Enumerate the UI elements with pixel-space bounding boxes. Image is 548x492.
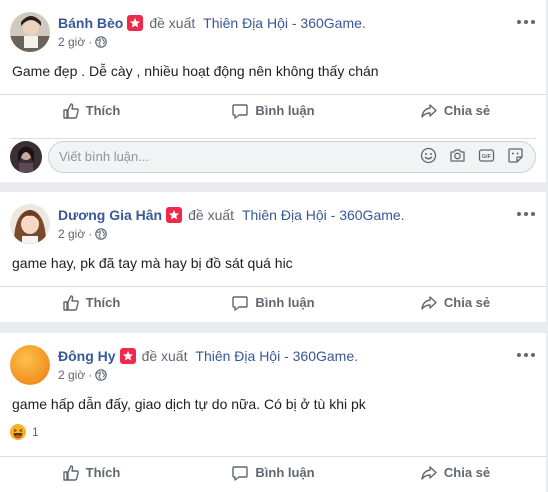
comment-button[interactable]: Bình luận xyxy=(182,287,364,318)
avatar[interactable] xyxy=(10,204,50,244)
share-label: Chia sẻ xyxy=(443,465,491,480)
separator: · xyxy=(88,368,93,382)
more-options-icon[interactable] xyxy=(516,347,536,363)
comment-composer: Viết bình luận... GIF xyxy=(10,138,536,173)
gif-icon[interactable]: GIF xyxy=(478,147,495,164)
post-meta: 2 giờ · xyxy=(58,368,108,382)
camera-icon[interactable] xyxy=(449,147,466,164)
author-name[interactable]: Dương Gia Hân xyxy=(58,207,162,223)
comment-button[interactable]: Bình luận xyxy=(182,95,364,126)
comment-icon xyxy=(232,103,249,119)
author-name[interactable]: Đông Hy xyxy=(58,348,116,364)
post-card: Dương Gia Hân đề xuất Thiên Địa Hội - 360… xyxy=(0,192,546,322)
more-options-icon[interactable] xyxy=(516,14,536,30)
haha-emoji-icon xyxy=(10,424,26,440)
comment-label: Bình luận xyxy=(255,103,315,118)
globe-icon xyxy=(95,369,108,381)
comment-label: Bình luận xyxy=(255,465,315,480)
recommend-badge-icon xyxy=(119,348,136,364)
post-text: game hấp dẫn đấy, giao dịch tự do nữa. C… xyxy=(12,396,366,412)
avatar[interactable] xyxy=(10,345,50,385)
comment-icon xyxy=(232,295,249,311)
comment-icon xyxy=(232,465,249,481)
post-title: Dương Gia Hân đề xuất Thiên Địa Hội - 360… xyxy=(58,207,405,223)
globe-icon xyxy=(95,228,108,240)
avatar[interactable] xyxy=(10,12,50,52)
svg-text:GIF: GIF xyxy=(482,154,492,160)
separator: · xyxy=(88,35,93,49)
globe-icon xyxy=(95,36,108,48)
action-verb: đề xuất xyxy=(188,207,235,223)
viewer-avatar xyxy=(10,141,42,173)
separator: · xyxy=(88,227,93,241)
reaction-summary[interactable]: 1 xyxy=(10,424,39,440)
post-text: Game đẹp . Dễ cày , nhiều hoạt động nên … xyxy=(12,63,379,79)
page-link[interactable]: Thiên Địa Hội - 360Game. xyxy=(195,348,358,364)
post-title: Đông Hy đề xuất Thiên Địa Hội - 360Game. xyxy=(58,348,358,364)
timestamp[interactable]: 2 giờ xyxy=(58,368,85,382)
action-verb: đề xuất xyxy=(141,348,188,364)
like-button[interactable]: Thích xyxy=(0,457,182,488)
share-icon xyxy=(421,465,437,480)
post-meta: 2 giờ · xyxy=(58,227,108,241)
like-label: Thích xyxy=(85,465,121,480)
thumbs-up-icon xyxy=(62,102,79,119)
timestamp[interactable]: 2 giờ xyxy=(58,35,85,49)
post-actions: Thích Bình luận Chia sẻ xyxy=(0,456,546,488)
more-options-icon[interactable] xyxy=(516,206,536,222)
author-name[interactable]: Bánh Bèo xyxy=(58,15,123,31)
post-actions: Thích Bình luận Chia sẻ xyxy=(0,286,546,318)
sticker-icon[interactable] xyxy=(507,147,524,164)
thumbs-up-icon xyxy=(62,464,79,481)
comment-placeholder: Viết bình luận... xyxy=(59,149,150,164)
composer-icons: GIF xyxy=(420,147,524,164)
post-header: Dương Gia Hân đề xuất Thiên Địa Hội - 360… xyxy=(10,204,536,244)
thumbs-up-icon xyxy=(62,294,79,311)
like-label: Thích xyxy=(85,103,121,118)
post-actions: Thích Bình luận Chia sẻ xyxy=(0,94,546,126)
page-link[interactable]: Thiên Địa Hội - 360Game. xyxy=(203,15,366,31)
like-button[interactable]: Thích xyxy=(0,287,182,318)
post-card: Bánh Bèo đề xuất Thiên Địa Hội - 360Game.… xyxy=(0,0,546,182)
share-icon xyxy=(421,103,437,118)
recommend-badge-icon xyxy=(127,15,144,31)
emoji-icon[interactable] xyxy=(420,147,437,164)
comment-button[interactable]: Bình luận xyxy=(182,457,364,488)
post-card: Đông Hy đề xuất Thiên Địa Hội - 360Game. … xyxy=(0,333,546,492)
post-header: Đông Hy đề xuất Thiên Địa Hội - 360Game. … xyxy=(10,345,536,385)
comment-label: Bình luận xyxy=(255,295,315,310)
share-label: Chia sẻ xyxy=(443,295,491,310)
recommend-badge-icon xyxy=(166,207,183,223)
post-text: game hay, pk đã tay mà hay bị đồ sát quá… xyxy=(12,255,293,271)
like-label: Thích xyxy=(85,295,121,310)
post-header: Bánh Bèo đề xuất Thiên Địa Hội - 360Game.… xyxy=(10,12,536,52)
action-verb: đề xuất xyxy=(149,15,196,31)
page-link[interactable]: Thiên Địa Hội - 360Game. xyxy=(242,207,405,223)
post-meta: 2 giờ · xyxy=(58,35,108,49)
share-button[interactable]: Chia sẻ xyxy=(364,95,546,126)
timestamp[interactable]: 2 giờ xyxy=(58,227,85,241)
share-button[interactable]: Chia sẻ xyxy=(364,457,546,488)
post-title: Bánh Bèo đề xuất Thiên Địa Hội - 360Game. xyxy=(58,15,366,31)
like-button[interactable]: Thích xyxy=(0,95,182,126)
share-icon xyxy=(421,295,437,310)
reaction-count: 1 xyxy=(32,425,39,439)
share-button[interactable]: Chia sẻ xyxy=(364,287,546,318)
share-label: Chia sẻ xyxy=(443,103,491,118)
